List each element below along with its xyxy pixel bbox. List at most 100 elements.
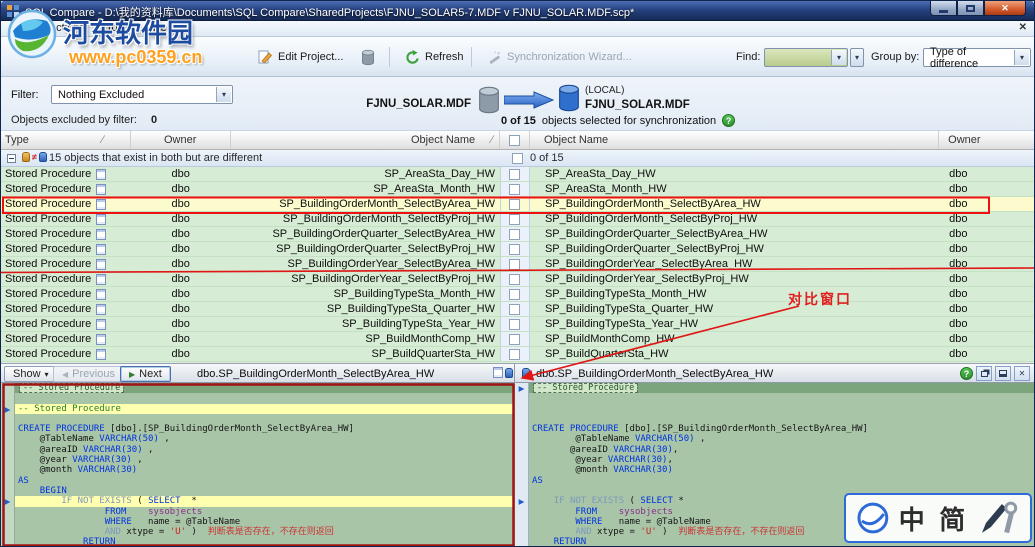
table-row[interactable]: Stored Procedure dbo SP_BuildingOrderQua… <box>1 242 1034 257</box>
row-checkbox[interactable] <box>509 289 520 300</box>
previous-difference-button[interactable]: ◀ Previous <box>53 366 124 382</box>
diff-gutter-line <box>1 527 14 537</box>
show-dropdown-button[interactable]: Show ▾ <box>4 366 58 382</box>
next-difference-button[interactable]: ▶ Next <box>120 366 171 382</box>
sql-block-header: -- Stored Procedure <box>19 383 124 393</box>
row-checkbox[interactable] <box>509 244 520 255</box>
restore-panel-button[interactable] <box>976 366 992 381</box>
column-header-type[interactable]: Type ∕ <box>1 131 131 149</box>
sql-line: FROM sysobjects <box>15 507 514 517</box>
diff-gutter-line <box>1 486 14 496</box>
group-count: 0 of 15 <box>530 152 564 164</box>
title-bar[interactable]: SQL Compare - D:\我的资料库\Documents\SQL Com… <box>1 1 1034 21</box>
stored-procedure-icon <box>96 304 106 315</box>
table-row[interactable]: Stored Procedure dbo SP_BuildingOrderQua… <box>1 227 1034 242</box>
group-by-dropdown[interactable]: Type of difference ▾ <box>923 48 1031 67</box>
table-row[interactable]: Stored Procedure dbo SP_AreaSta_Month_HW… <box>1 182 1034 197</box>
chevron-down-icon: ▾ <box>216 87 231 102</box>
table-row[interactable]: Stored Procedure dbo SP_BuildQuarterSta_… <box>1 347 1034 362</box>
sql-pane-right[interactable]: -- Stored ProcedureCREATE PROCEDURE [dbo… <box>529 383 1034 547</box>
row-checkbox[interactable] <box>509 349 520 360</box>
table-row[interactable]: Stored Procedure dbo SP_BuildMonthComp_H… <box>1 332 1034 347</box>
row-checkbox[interactable] <box>509 199 520 210</box>
sql-line: RETURN <box>15 537 514 547</box>
group-header-row[interactable]: ≠ 15 objects that exist in both but are … <box>1 150 1034 167</box>
row-checkbox[interactable] <box>509 274 520 285</box>
column-header-owner-left[interactable]: Owner <box>131 131 231 149</box>
row-checkbox[interactable] <box>509 319 520 330</box>
refresh-icon <box>405 50 420 65</box>
filter-excluded-count: 0 <box>151 114 157 126</box>
sql-pane-left[interactable]: -- Stored Procedure-- Stored ProcedureCR… <box>15 383 514 547</box>
table-row[interactable]: Stored Procedure dbo SP_BuildingOrderMon… <box>1 212 1034 227</box>
table-row[interactable]: Stored Procedure dbo SP_BuildingTypeSta_… <box>1 287 1034 302</box>
row-checkbox[interactable] <box>509 169 520 180</box>
source-database-icon <box>477 86 501 114</box>
row-object-left: SP_BuildingTypeSta_Quarter_HW <box>231 302 500 316</box>
sql-line: @year VARCHAR(30) , <box>15 455 514 465</box>
select-all-checkbox[interactable] <box>509 135 520 146</box>
sync-wizard-button[interactable]: Synchronization Wizard... <box>479 45 640 69</box>
row-checkbox[interactable] <box>509 229 520 240</box>
menu-tools[interactable]: Tools <box>97 21 141 35</box>
find-options-button[interactable]: ▾ <box>850 48 864 67</box>
table-row[interactable]: Stored Procedure dbo SP_BuildingOrderMon… <box>1 197 1034 212</box>
table-row[interactable]: Stored Procedure dbo SP_BuildingTypeSta_… <box>1 302 1034 317</box>
sql-compare-window: SQL Compare - D:\我的资料库\Documents\SQL Com… <box>0 0 1035 547</box>
diff-gutter-line <box>515 455 528 465</box>
row-checkbox[interactable] <box>509 259 520 270</box>
row-checkbox[interactable] <box>509 304 520 315</box>
diff-gutter-line <box>515 393 528 403</box>
refresh-button[interactable]: Refresh <box>397 45 472 69</box>
diff-gutter-line <box>515 517 528 527</box>
help-icon[interactable]: ? <box>960 367 973 380</box>
find-dropdown[interactable]: ▾ <box>764 48 848 67</box>
row-type-label: Stored Procedure <box>5 273 91 285</box>
diff-panel-controls: ? ✕ <box>960 366 1030 381</box>
menu-help[interactable]: Help <box>144 21 185 35</box>
close-panel-button[interactable]: ✕ <box>1014 366 1030 381</box>
group-checkbox[interactable] <box>512 153 523 164</box>
table-row[interactable]: Stored Procedure dbo SP_BuildingTypeSta_… <box>1 317 1034 332</box>
collapse-group-icon[interactable] <box>7 154 16 163</box>
menu-close-icon[interactable]: ✕ <box>1019 22 1027 33</box>
dock-panel-button[interactable] <box>995 366 1011 381</box>
row-object-left: SP_BuildingOrderYear_SelectByArea_HW <box>231 257 500 271</box>
menu-file[interactable]: File <box>1 21 37 35</box>
group-label: 15 objects that exist in both but are di… <box>49 152 262 165</box>
maximize-button[interactable] <box>957 1 984 16</box>
source-database-name: FJNU_SOLAR.MDF <box>319 98 471 110</box>
column-header-owner-right[interactable]: Owner <box>939 131 1034 149</box>
row-checkbox[interactable] <box>509 214 520 225</box>
diff-gutter-line <box>1 383 14 393</box>
row-owner-left: dbo <box>131 182 231 196</box>
sql-line: RETURN <box>529 537 1034 547</box>
column-header-select[interactable] <box>500 131 530 149</box>
column-header-object-left[interactable]: Object Name ∕ <box>231 131 500 149</box>
table-row[interactable]: Stored Procedure dbo SP_BuildingOrderYea… <box>1 272 1034 287</box>
help-icon[interactable]: ? <box>722 114 735 127</box>
table-row[interactable]: Stored Procedure dbo SP_AreaSta_Day_HW S… <box>1 167 1034 182</box>
row-owner-left: dbo <box>131 197 231 211</box>
sql-block-header: -- Stored Procedure <box>533 383 638 393</box>
table-row[interactable]: Stored Procedure dbo SP_BuildingOrderYea… <box>1 257 1034 272</box>
close-button[interactable]: ✕ <box>984 1 1026 16</box>
find-label: Find: <box>736 51 760 63</box>
filter-dropdown[interactable]: Nothing Excluded ▾ <box>51 85 233 104</box>
sync-wizard-icon <box>487 50 502 65</box>
project-database-button[interactable] <box>353 45 383 69</box>
row-owner-right: dbo <box>939 167 1034 181</box>
minimize-button[interactable] <box>930 1 957 16</box>
row-owner-left: dbo <box>131 242 231 256</box>
stored-procedure-icon <box>96 259 106 270</box>
column-header-object-right[interactable]: Object Name <box>530 131 939 149</box>
diff-gutter-left: ▶▶ <box>1 383 15 547</box>
edit-project-label: Edit Project... <box>278 51 343 63</box>
menu-actions[interactable]: Actions <box>40 21 94 35</box>
row-checkbox[interactable] <box>509 184 520 195</box>
row-owner-left: dbo <box>131 317 231 331</box>
filter-label: Filter: <box>11 89 39 101</box>
edit-project-button[interactable]: Edit Project... <box>249 45 351 69</box>
row-checkbox[interactable] <box>509 334 520 345</box>
row-owner-right: dbo <box>939 347 1034 361</box>
